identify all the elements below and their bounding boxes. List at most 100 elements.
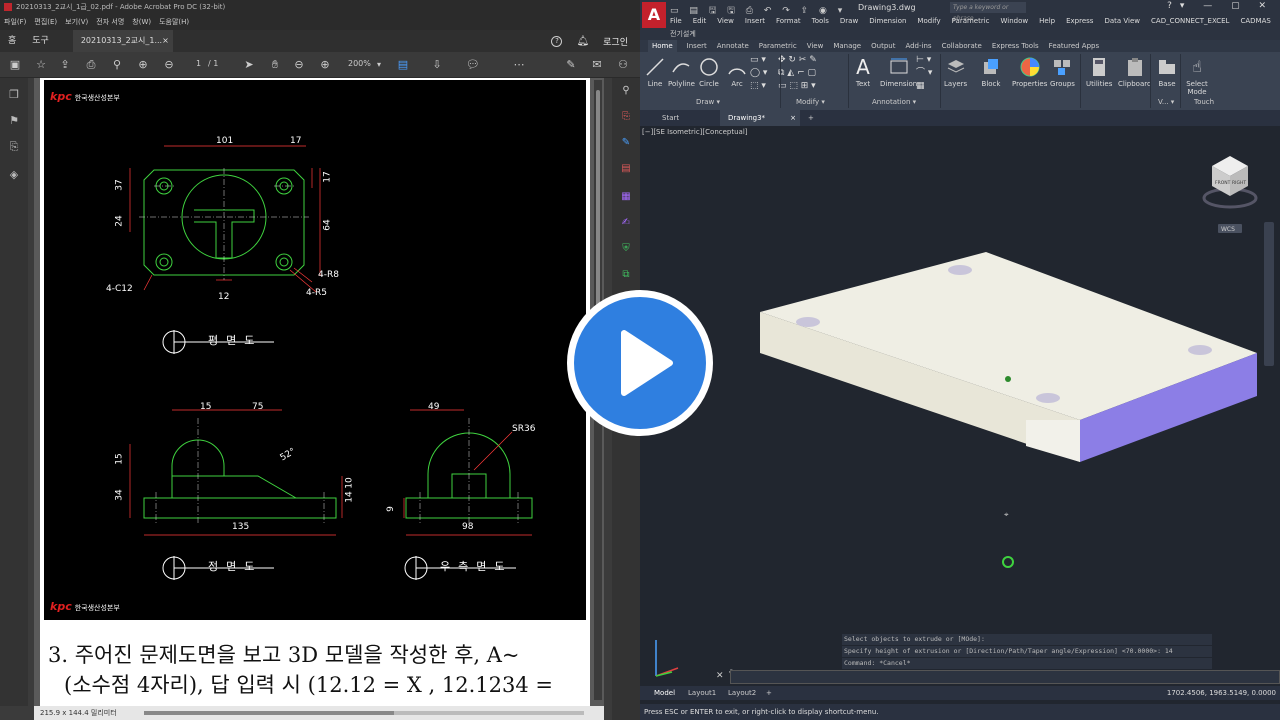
search-input[interactable]: Type a keyword or phrase <box>950 2 1026 22</box>
attachment-icon[interactable]: ⎘ <box>7 140 21 154</box>
select-mode-button[interactable]: ☝︎ Select Mode <box>1184 56 1210 96</box>
menu-window[interactable]: 창(W) <box>132 14 151 30</box>
panel-view[interactable]: V... ▾ <box>1158 98 1174 106</box>
share-icon[interactable]: ⚇ <box>616 58 630 72</box>
menu-esign[interactable]: 전자 서명 <box>96 14 124 30</box>
compare-icon[interactable]: ⧉ <box>619 268 633 282</box>
page-up-icon[interactable]: ⊕ <box>136 58 150 72</box>
menu-data-view[interactable]: Data View <box>1104 17 1140 25</box>
menu-draw[interactable]: Draw <box>840 17 858 25</box>
line-button[interactable]: Line <box>644 56 666 88</box>
ribbon-tab-parametric[interactable]: Parametric <box>759 40 797 52</box>
fill-sign-icon[interactable]: ✍ <box>619 216 633 230</box>
export-pdf-icon[interactable]: ⎘ <box>619 110 633 124</box>
menu-electrical[interactable]: 전기설계 <box>670 29 696 39</box>
organize-pages-icon[interactable]: ▤ <box>619 162 633 176</box>
circle-button[interactable]: Circle <box>698 56 720 88</box>
menu-help[interactable]: 도움말(H) <box>159 14 189 30</box>
star-icon[interactable]: ☆ <box>34 58 48 72</box>
create-pdf-icon[interactable]: ▣ <box>8 58 22 72</box>
drawing-viewport[interactable]: [−][SE Isometric][Conceptual] ⌖ FRONT RI… <box>640 126 1280 632</box>
horizontal-scrollbar[interactable] <box>144 711 584 715</box>
dimension-button[interactable]: Dimension <box>880 56 917 88</box>
menu-view[interactable]: 보기(V) <box>65 14 88 30</box>
panel-modify[interactable]: Modify ▾ <box>796 98 825 106</box>
groups-button[interactable]: Groups <box>1050 56 1075 88</box>
menu-window[interactable]: Window <box>1001 17 1029 25</box>
ribbon-tab-addins[interactable]: Add-ins <box>905 40 931 52</box>
page-number-current[interactable]: 1 <box>196 59 201 68</box>
ribbon-tab-manage[interactable]: Manage <box>833 40 861 52</box>
layout-tab-layout2[interactable]: Layout2 <box>728 686 756 700</box>
upload-icon[interactable]: ⇪ <box>58 58 72 72</box>
panel-annotation[interactable]: Annotation ▾ <box>872 98 916 106</box>
login-button[interactable]: 로그인 <box>603 35 628 48</box>
sign-icon[interactable]: ✎ <box>564 58 578 72</box>
scan-icon[interactable]: ▦ <box>619 190 633 204</box>
menu-parametric[interactable]: Parametric <box>952 17 990 25</box>
protect-icon[interactable]: ⛨ <box>619 242 633 256</box>
command-line-input[interactable] <box>730 670 1280 684</box>
menu-modify[interactable]: Modify <box>917 17 940 25</box>
tab-document[interactable]: 20210313_2교시_1... × <box>72 30 173 52</box>
annotation-small-tools[interactable]: ⊢ ▾ ⌒ ▾ ▦ <box>916 54 932 93</box>
viewport-controls[interactable]: [−][SE Isometric][Conceptual] <box>642 128 748 136</box>
panel-touch[interactable]: Touch <box>1194 98 1214 106</box>
base-button[interactable]: Base <box>1156 56 1178 88</box>
layout-add-button[interactable]: + <box>766 686 772 700</box>
mail-icon[interactable]: ✉ <box>590 58 604 72</box>
file-tab-drawing3[interactable]: Drawing3* × <box>720 110 800 126</box>
tab-home[interactable]: 홈 <box>0 30 24 52</box>
more-tools-icon[interactable]: ⋯ <box>512 58 526 72</box>
ribbon-tab-output[interactable]: Output <box>871 40 895 52</box>
ribbon-tab-home[interactable]: Home <box>648 40 677 52</box>
menu-view[interactable]: View <box>717 17 734 25</box>
ribbon-tab-view[interactable]: View <box>807 40 824 52</box>
zoom-level[interactable]: 200% <box>348 59 371 68</box>
menu-express[interactable]: Express <box>1066 17 1093 25</box>
layout-tab-layout1[interactable]: Layout1 <box>688 686 716 700</box>
page-down-icon[interactable]: ⊖ <box>162 58 176 72</box>
layout-tab-model[interactable]: Model <box>654 686 675 700</box>
layers-button[interactable]: Layers <box>944 56 967 88</box>
menu-edit[interactable]: Edit <box>693 17 707 25</box>
help-icon[interactable]: ? <box>551 35 563 47</box>
print-icon[interactable]: ⎙ <box>84 58 98 72</box>
document-viewport[interactable]: kpc 한국생산성본부 kpc 한국생산성본부 101 17 37 17 24 64… <box>34 78 604 706</box>
properties-button[interactable]: Properties <box>1012 56 1047 88</box>
comment-icon[interactable]: 💬︎ <box>466 58 480 72</box>
layers-icon[interactable]: ◈ <box>7 168 21 182</box>
command-close-icon[interactable]: ✕ <box>716 671 724 681</box>
edit-pdf-icon[interactable]: ✎ <box>619 136 633 150</box>
menu-tools[interactable]: Tools <box>812 17 829 25</box>
menu-file[interactable]: File <box>670 17 682 25</box>
window-controls[interactable]: ?▾ — ▢ ✕ <box>1167 1 1274 11</box>
hand-tool-icon[interactable]: ✋︎ <box>268 58 282 72</box>
bell-icon[interactable]: 🔔︎ <box>576 36 589 47</box>
zoom-out-icon[interactable]: ⊖ <box>292 58 306 72</box>
ribbon-tab-collaborate[interactable]: Collaborate <box>942 40 982 52</box>
modify-tools[interactable]: ✥ ↻ ✂ ✎ ⧉ ◭ ⌐ ▢ ▭ ⬚ ⊞ ▾ <box>778 54 817 93</box>
utilities-button[interactable]: Utilities <box>1086 56 1112 88</box>
menu-cad-connect[interactable]: CAD_CONNECT_EXCEL <box>1151 17 1229 25</box>
hscroll-thumb[interactable] <box>144 711 394 715</box>
tab-tools[interactable]: 도구 <box>24 30 57 52</box>
tab-close-icon[interactable]: × <box>162 30 169 52</box>
menu-dimension[interactable]: Dimension <box>869 17 906 25</box>
bookmark-icon[interactable]: ⚑ <box>7 114 21 128</box>
menu-edit[interactable]: 편집(E) <box>34 14 57 30</box>
thumbnails-icon[interactable]: ❐ <box>7 88 21 102</box>
search-tool-icon[interactable]: ⚲ <box>619 84 633 98</box>
block-button[interactable]: Block <box>980 56 1002 88</box>
file-tab-start[interactable]: Start <box>654 110 687 126</box>
menu-insert[interactable]: Insert <box>745 17 765 25</box>
autocad-app-button[interactable]: A <box>642 2 666 28</box>
panel-draw[interactable]: Draw ▾ <box>696 98 720 106</box>
page-fit-icon[interactable]: ▤ <box>396 58 410 72</box>
scroll-mode-icon[interactable]: ⇩ <box>430 58 444 72</box>
zoom-dropdown-icon[interactable]: ▾ <box>372 58 386 72</box>
text-button[interactable]: A Text <box>852 56 874 88</box>
ribbon-tab-featured-apps[interactable]: Featured Apps <box>1049 40 1099 52</box>
select-cursor-icon[interactable]: ➤ <box>242 58 256 72</box>
draw-small-tools[interactable]: ▭ ▾ ◯ ▾ ⬚ ▾ <box>750 54 767 93</box>
